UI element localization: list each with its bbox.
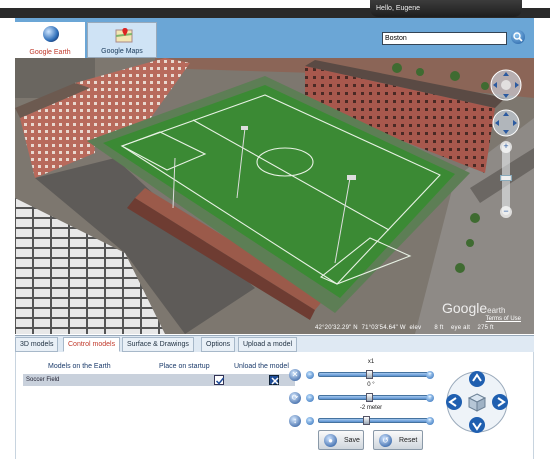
rotation-minus-button[interactable]: − <box>306 394 314 402</box>
column-header-place-on-startup: Place on startup <box>159 363 210 370</box>
maps-pin-icon <box>115 28 133 43</box>
tab-control-models[interactable]: Control models <box>63 337 121 352</box>
terms-of-use-link[interactable]: Terms of Use <box>486 316 521 322</box>
tab-label: Google Maps <box>101 48 143 55</box>
zoom-in-icon[interactable]: + <box>500 141 512 153</box>
arrow-up-icon <box>469 371 485 387</box>
elevation-minus-button[interactable]: − <box>306 417 314 425</box>
aerial-imagery <box>15 58 534 334</box>
control-models-panel: Models on the Earth Place on startup Unl… <box>15 352 534 459</box>
globe-icon <box>43 26 59 42</box>
search-input[interactable] <box>382 32 507 45</box>
zoom-out-icon[interactable]: − <box>500 206 512 218</box>
unload-model-button[interactable] <box>269 375 279 385</box>
scale-minus-button[interactable]: − <box>306 371 314 379</box>
arrow-left-icon <box>446 394 462 410</box>
elevation-plus-button[interactable]: + <box>426 417 434 425</box>
arrow-right-icon <box>492 394 508 410</box>
rotate-icon: ⟳ <box>289 392 301 404</box>
rotation-slider[interactable] <box>318 393 430 402</box>
scale-slider[interactable] <box>318 370 430 379</box>
model-name: Soccer Field <box>26 377 60 383</box>
elevation-slider-knob[interactable] <box>362 416 370 425</box>
bottom-tabs: 3D models Control models Surface & Drawi… <box>15 335 534 352</box>
elevation-value: -2 meter <box>359 405 383 411</box>
rotation-value: 0 ° <box>367 382 375 388</box>
rotation-slider-knob[interactable] <box>365 393 373 402</box>
zoom-handle[interactable] <box>500 175 512 181</box>
table-row[interactable]: Soccer Field <box>23 374 295 408</box>
tab-3d-models[interactable]: 3D models <box>15 337 59 352</box>
move-icon[interactable] <box>491 108 521 138</box>
elevation-slider[interactable] <box>318 416 430 425</box>
cube-icon <box>467 393 487 412</box>
checkmark-icon <box>215 377 225 385</box>
reset-button[interactable]: ↺ Reset <box>373 430 423 450</box>
tab-upload-model[interactable]: Upload a model <box>238 337 298 352</box>
arrow-down-icon <box>469 417 485 433</box>
user-greeting: Hello, Eugene <box>370 0 522 17</box>
header: Google Earth Google Maps <box>15 18 534 58</box>
elevation-icon: ↕ <box>289 415 301 427</box>
tab-google-earth[interactable]: Google Earth <box>15 22 85 58</box>
search-button[interactable] <box>511 30 525 44</box>
column-header-models: Models on the Earth <box>48 363 111 370</box>
save-button[interactable]: ● Save <box>318 430 364 450</box>
scale-plus-button[interactable]: + <box>426 371 434 379</box>
rotation-plus-button[interactable]: + <box>426 394 434 402</box>
earth-view[interactable]: + − Googleearth Terms of Use 42°20'32.29… <box>15 58 534 334</box>
move-model-dpad[interactable] <box>441 367 513 437</box>
scale-slider-knob[interactable] <box>365 370 373 379</box>
column-header-unload: Unload the model <box>234 363 289 370</box>
reset-icon: ↺ <box>379 434 392 447</box>
place-on-startup-checkbox[interactable] <box>214 375 225 385</box>
tab-options[interactable]: Options <box>201 337 236 352</box>
tab-google-maps[interactable]: Google Maps <box>87 22 157 58</box>
look-around-icon[interactable] <box>489 68 523 102</box>
top-bar: Hello, Eugene <box>0 0 550 18</box>
search-icon <box>513 32 523 42</box>
google-earth-logo: Googleearth <box>442 300 506 316</box>
lock-icon: ● <box>324 434 337 447</box>
tab-surface-drawings[interactable]: Surface & Drawings <box>122 337 194 352</box>
scale-value: x1 <box>367 359 375 365</box>
status-bar: 42°20'32.29" N 71°03'54.64" W elev 8 ft … <box>315 325 494 331</box>
close-icon <box>271 377 279 385</box>
tab-label: Google Earth <box>29 49 71 56</box>
scale-icon: ✕ <box>289 369 301 381</box>
